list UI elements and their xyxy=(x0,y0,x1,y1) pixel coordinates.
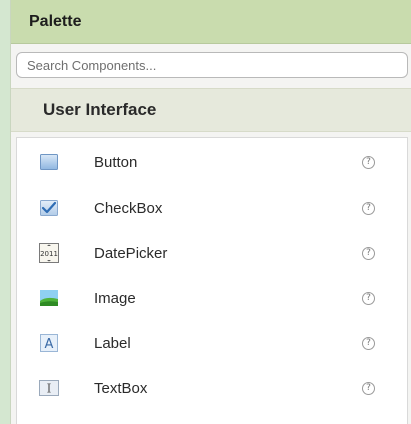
search-bar xyxy=(11,44,411,78)
category-user-interface[interactable]: User Interface xyxy=(11,88,411,132)
component-label: DatePicker xyxy=(94,244,168,262)
component-label: TextBox xyxy=(94,379,148,397)
component-label: Image xyxy=(94,289,136,307)
button-icon xyxy=(39,152,59,172)
textbox-icon: I xyxy=(39,378,59,398)
checkbox-icon xyxy=(39,198,59,218)
component-button[interactable]: Button ? xyxy=(17,142,407,182)
component-label: CheckBox xyxy=(94,199,163,217)
component-datepicker[interactable]: 2011 DatePicker ? xyxy=(17,233,407,273)
component-label: Label xyxy=(94,334,131,352)
component-list: Button ? CheckBox ? 2011 DatePicker ? Im… xyxy=(16,137,408,424)
help-icon[interactable]: ? xyxy=(362,246,375,260)
search-components-input[interactable] xyxy=(16,52,408,78)
palette-title: Palette xyxy=(11,0,411,44)
palette-panel: Palette User Interface Button ? xyxy=(10,0,411,424)
textbox-icon-text: I xyxy=(47,382,52,396)
component-image[interactable]: Image ? xyxy=(17,278,407,318)
label-icon-text: A xyxy=(45,337,54,352)
help-icon[interactable]: ? xyxy=(362,381,375,395)
help-icon[interactable]: ? xyxy=(362,336,375,350)
help-icon[interactable]: ? xyxy=(362,155,375,169)
component-label-item[interactable]: A Label ? xyxy=(17,323,407,363)
component-label: Button xyxy=(94,153,138,171)
datepicker-icon: 2011 xyxy=(39,243,59,263)
datepicker-icon-text: 2011 xyxy=(40,250,58,258)
help-icon[interactable]: ? xyxy=(362,201,375,215)
label-icon: A xyxy=(39,333,59,353)
component-textbox[interactable]: I TextBox ? xyxy=(17,368,407,408)
image-icon xyxy=(39,288,59,308)
component-checkbox[interactable]: CheckBox ? xyxy=(17,188,407,228)
help-icon[interactable]: ? xyxy=(362,291,375,305)
